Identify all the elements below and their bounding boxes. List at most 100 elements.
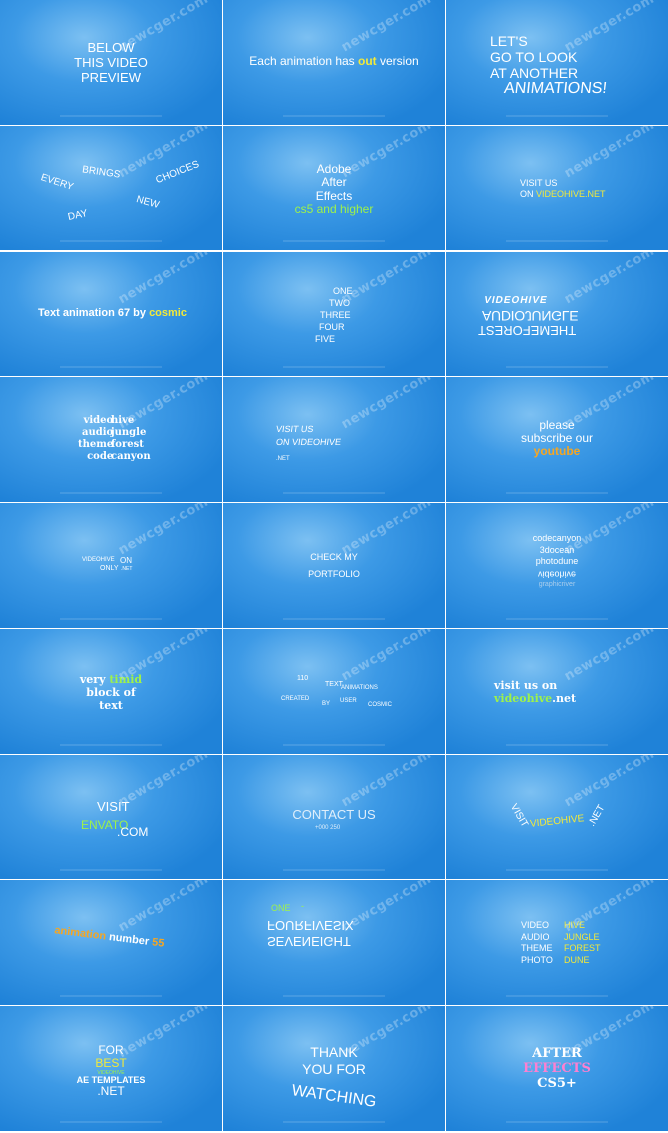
tile-18-line: visit us on bbox=[494, 678, 558, 692]
tile-13-word: ON bbox=[120, 556, 132, 566]
tile-20-line: CONTACT US bbox=[292, 806, 376, 822]
tile-7: Text animation 67 by cosmic newcger.com bbox=[0, 251, 222, 377]
footer-line bbox=[506, 114, 608, 117]
tile-23: ONE - FOURFIVESIX SEVENEIGHT newcger.com bbox=[223, 880, 445, 1006]
tile-3-line: ANIMATIONS! bbox=[503, 80, 608, 97]
tile-26-line: WATCHING bbox=[290, 1082, 378, 1112]
tile-8-word: FOUR bbox=[319, 321, 345, 332]
tile-16-line: text bbox=[99, 698, 123, 712]
footer-line bbox=[506, 240, 608, 243]
tile-23-line: SEVENEIGHT bbox=[267, 934, 351, 950]
tile-5-line: cs5 and higher bbox=[294, 202, 374, 217]
watermark: newcger.com bbox=[115, 503, 211, 559]
tile-24-word: FOREST bbox=[564, 943, 601, 954]
preview-grid: BELOW THIS VIDEO PREVIEW newcger.com Eac… bbox=[0, 0, 668, 1133]
tile-27-highlight: EFFECTS bbox=[523, 1061, 591, 1077]
tile-11-line: VISIT US bbox=[275, 424, 315, 435]
tile-17: 110 TEXT ANIMATIONS CREATED BY USER COSM… bbox=[223, 628, 445, 754]
footer-line bbox=[60, 995, 162, 998]
tile-10-word: jungle bbox=[111, 427, 147, 439]
tile-21-word: .NET bbox=[586, 802, 608, 829]
tile-1-line: PREVIEW bbox=[81, 70, 141, 85]
tile-24-word: VIDEO bbox=[521, 920, 550, 931]
tile-2-text-end: version bbox=[376, 54, 419, 68]
tile-6: VISIT US ON VIDEOHIVE.NET newcger.com bbox=[446, 125, 668, 251]
tile-15-line: graphicriver bbox=[538, 581, 576, 589]
tile-13: VIDEOHIVE ON ONLY .NET newcger.com bbox=[0, 503, 222, 628]
tile-19: VISIT ENVATO .COM newcger.com bbox=[0, 754, 222, 880]
footer-line bbox=[60, 743, 162, 746]
footer-line bbox=[506, 995, 608, 998]
tile-16-text: very bbox=[79, 672, 110, 686]
tile-16-line: block of bbox=[86, 685, 136, 699]
footer-line bbox=[283, 114, 385, 117]
watermark: newcger.com bbox=[561, 0, 657, 56]
tile-25: FOR BEST VIDEOHIVE AE TEMPLATES .NET new… bbox=[0, 1006, 222, 1131]
tile-7-text: Text animation 67 by bbox=[38, 306, 150, 319]
tile-17-word: BY bbox=[322, 700, 331, 707]
tile-6-highlight: VIDEOHIVE.NET bbox=[536, 188, 606, 199]
tile-25-line: .NET bbox=[97, 1084, 125, 1099]
tile-11-line: ON VIDEOHIVE bbox=[275, 437, 342, 448]
tile-8: ONE TWO THREE FOUR FIVE newcger.com bbox=[223, 251, 445, 377]
tile-3: LET'S GO TO LOOK AT ANOTHER ANIMATIONS! … bbox=[446, 0, 668, 125]
tile-15-line: videohive bbox=[537, 569, 577, 580]
tile-4-word: NEW bbox=[135, 193, 161, 211]
tile-9: VIDEOHIVE AUDIOJUNGLE THEMEFOREST newcge… bbox=[446, 251, 668, 377]
watermark: newcger.com bbox=[338, 0, 434, 56]
tile-9-line: AUDIOJUNGLE bbox=[482, 307, 579, 324]
footer-line bbox=[283, 240, 385, 243]
tile-5: Adobe After Effects cs5 and higher newcg… bbox=[223, 125, 445, 251]
footer-line bbox=[506, 491, 608, 494]
tile-8-word: THREE bbox=[320, 309, 351, 320]
tile-4-word: EVERY bbox=[39, 171, 75, 193]
footer-line bbox=[506, 1120, 608, 1123]
tile-16: very timid block of text newcger.com bbox=[0, 628, 222, 754]
tile-10-word: video bbox=[83, 415, 114, 427]
watermark: newcger.com bbox=[338, 754, 434, 810]
tile-5-line: Effects bbox=[315, 188, 353, 203]
tile-10-word: code bbox=[87, 451, 114, 463]
tile-21-highlight: VIDEOHIVE bbox=[529, 812, 585, 830]
tile-12-highlight: youtube bbox=[533, 444, 581, 459]
tile-22-text: number bbox=[105, 931, 153, 949]
tile-1-line: THIS VIDEO bbox=[74, 55, 148, 70]
tile-2-text: Each animation has bbox=[249, 54, 359, 68]
watermark: newcger.com bbox=[561, 628, 657, 685]
tile-10-word: forest bbox=[111, 439, 144, 451]
tile-17-word: USER bbox=[340, 697, 357, 704]
tile-9-line: VIDEOHIVE bbox=[482, 294, 549, 306]
watermark: newcger.com bbox=[338, 377, 434, 433]
tile-23-word: - bbox=[301, 901, 304, 912]
footer-line bbox=[506, 617, 608, 620]
tile-21-word: VISIT bbox=[507, 801, 530, 830]
tile-23-highlight: ONE bbox=[271, 903, 291, 914]
watermark: newcger.com bbox=[115, 754, 211, 810]
tile-13-word: VIDEOHIVE bbox=[82, 557, 115, 564]
tile-8-word: FIVE bbox=[315, 333, 336, 344]
tile-6-line2: ON bbox=[520, 188, 537, 199]
footer-line bbox=[283, 743, 385, 746]
tile-13-word: ONLY bbox=[100, 565, 119, 573]
footer-line bbox=[283, 617, 385, 620]
tile-10-word: canyon bbox=[111, 451, 151, 463]
tile-20: CONTACT US +000 250 newcger.com bbox=[223, 754, 445, 880]
tile-2-highlight: out bbox=[358, 54, 377, 68]
tile-17-word: ANIMATIONS bbox=[341, 684, 378, 691]
watermark: newcger.com bbox=[338, 251, 434, 307]
footer-line bbox=[283, 869, 385, 872]
footer-line bbox=[60, 1120, 162, 1123]
tile-6-line1: VISIT US bbox=[520, 177, 558, 188]
footer-line bbox=[506, 743, 608, 746]
tile-15: codecanyon 3docean photodune videohive g… bbox=[446, 503, 668, 628]
tile-5-line: Adobe bbox=[316, 161, 352, 176]
tile-24: VIDEO AUDIO THEME PHOTO HIVE JUNGLE FORE… bbox=[446, 880, 668, 1006]
footer-line bbox=[283, 366, 385, 369]
tile-18-highlight: videohive bbox=[494, 691, 553, 705]
tile-11-line: .NET bbox=[276, 456, 290, 463]
tile-15-line: 3docean bbox=[539, 544, 575, 555]
tile-1: BELOW THIS VIDEO PREVIEW newcger.com bbox=[0, 0, 222, 125]
tile-15-line: photodune bbox=[535, 556, 579, 567]
tile-7-highlight: cosmic bbox=[149, 306, 187, 319]
tile-14: CHECK MY PORTFOLIO newcger.com bbox=[223, 503, 445, 628]
